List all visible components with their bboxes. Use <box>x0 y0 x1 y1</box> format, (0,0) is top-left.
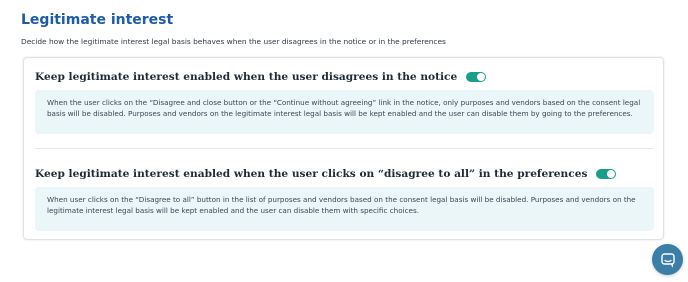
setting-title: Keep legitimate interest enabled when th… <box>35 168 588 180</box>
info-box: When the user clicks on the “Disagree an… <box>35 90 654 134</box>
setting-header: Keep legitimate interest enabled when th… <box>35 165 654 183</box>
settings-card: Keep legitimate interest enabled when th… <box>23 57 664 240</box>
chat-icon <box>660 252 675 268</box>
setting-preferences: Keep legitimate interest enabled when th… <box>35 165 654 231</box>
setting-title: Keep legitimate interest enabled when th… <box>35 71 458 83</box>
notice-toggle[interactable] <box>466 72 487 82</box>
info-text: When user clicks on the “Disagree to all… <box>47 195 636 215</box>
page-description: Decide how the legitimate interest legal… <box>21 37 446 46</box>
page-title: Legitimate interest <box>21 12 174 28</box>
preferences-toggle[interactable] <box>596 169 617 179</box>
info-text: When the user clicks on the “Disagree an… <box>47 98 641 118</box>
setting-header: Keep legitimate interest enabled when th… <box>35 68 654 86</box>
info-box: When user clicks on the “Disagree to all… <box>35 187 654 231</box>
chat-button[interactable] <box>652 244 683 275</box>
divider <box>35 148 654 149</box>
setting-notice: Keep legitimate interest enabled when th… <box>35 68 654 134</box>
toggle-knob <box>477 73 486 81</box>
toggle-knob <box>607 170 616 178</box>
